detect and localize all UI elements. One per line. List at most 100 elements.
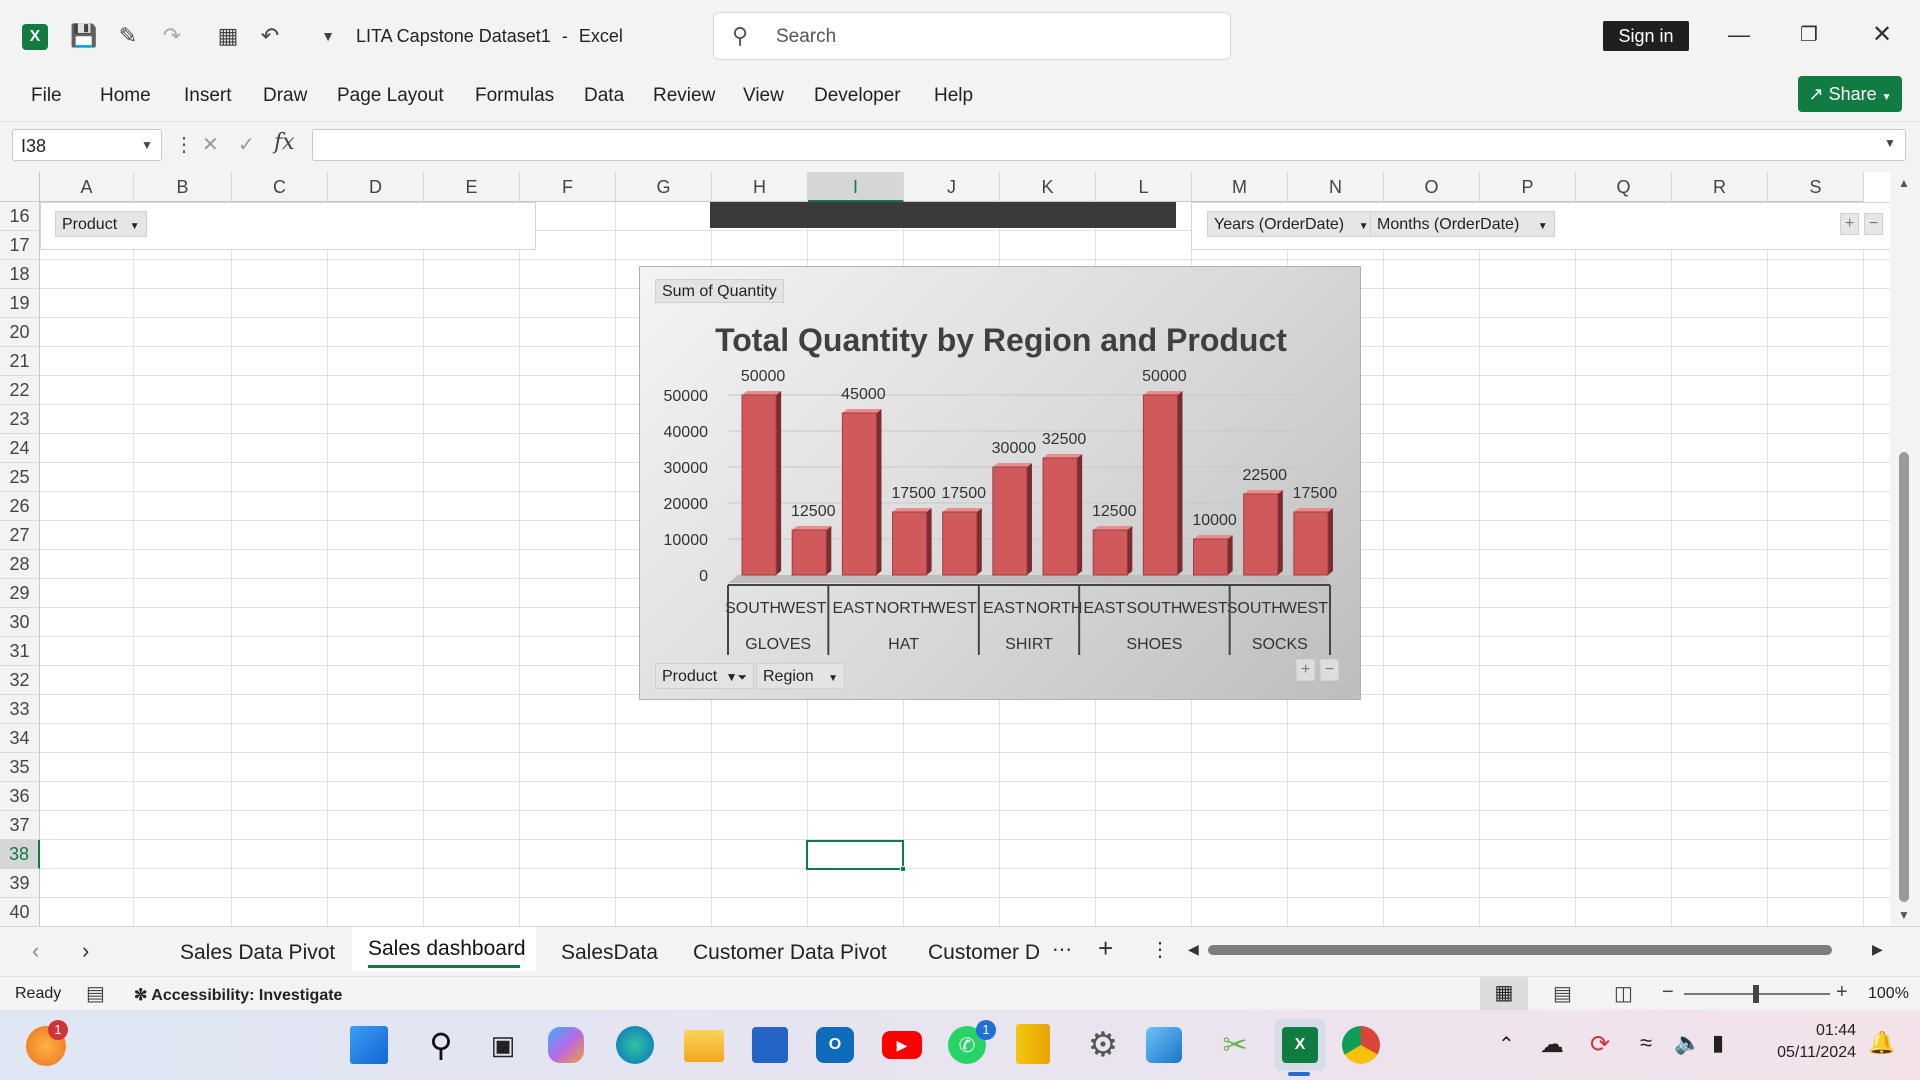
- row-header-24[interactable]: 24: [0, 434, 40, 463]
- pivot-chart[interactable]: Sum of Quantity Total Quantity by Region…: [639, 266, 1361, 700]
- accessibility-status[interactable]: ✼ Accessibility: Investigate: [134, 985, 342, 1005]
- cancel-icon[interactable]: ✕: [202, 132, 219, 157]
- windows-start-icon[interactable]: [350, 1026, 388, 1064]
- row-header-32[interactable]: 32: [0, 666, 40, 695]
- menu-file[interactable]: File: [31, 85, 62, 107]
- worksheet-grid[interactable]: ABCDEFGHIJKLMNOPQRS 16 17 18 19 20 21 22 23 24 25…: [0, 172, 1920, 926]
- sheet-options-icon[interactable]: ⋮: [1150, 937, 1170, 962]
- menu-data[interactable]: Data: [584, 85, 624, 107]
- row-header-35[interactable]: 35: [0, 753, 40, 782]
- horizontal-scroll-thumb[interactable]: [1208, 945, 1832, 955]
- menu-insert[interactable]: Insert: [184, 85, 232, 107]
- row-header-31[interactable]: 31: [0, 637, 40, 666]
- menu-view[interactable]: View: [743, 85, 784, 107]
- wifi-icon[interactable]: ≈: [1640, 1030, 1652, 1056]
- chrome-icon[interactable]: [1342, 1026, 1380, 1064]
- row-header-23[interactable]: 23: [0, 405, 40, 434]
- row-header-28[interactable]: 28: [0, 550, 40, 579]
- chart-collapse-button[interactable]: −: [1320, 659, 1340, 681]
- zoom-level[interactable]: 100%: [1868, 985, 1909, 1003]
- task-view-icon[interactable]: ▣: [480, 1022, 526, 1068]
- search-taskbar-icon[interactable]: ⚲: [418, 1022, 464, 1068]
- more-options-icon[interactable]: ⋮: [174, 132, 194, 157]
- customize-qat-icon[interactable]: ▼: [312, 20, 344, 52]
- chevron-down-icon[interactable]: ▼: [141, 138, 153, 152]
- column-header-a[interactable]: A: [40, 172, 134, 202]
- prev-sheet-icon[interactable]: ‹: [32, 938, 39, 964]
- macro-record-icon[interactable]: ▤: [86, 981, 105, 1006]
- add-sheet-icon[interactable]: +: [1098, 933, 1113, 964]
- sign-in-button[interactable]: Sign in: [1603, 21, 1689, 51]
- outlook-icon[interactable]: O: [816, 1027, 854, 1063]
- onedrive-icon[interactable]: ☁: [1540, 1030, 1564, 1059]
- vertical-scroll-thumb[interactable]: [1899, 452, 1909, 902]
- restore-icon[interactable]: ❐: [1800, 22, 1818, 47]
- row-header-27[interactable]: 27: [0, 521, 40, 550]
- column-header-g[interactable]: G: [616, 172, 712, 202]
- row-header-21[interactable]: 21: [0, 347, 40, 376]
- column-header-i[interactable]: I: [808, 172, 904, 202]
- product-field-button[interactable]: Product ▼: [55, 211, 147, 237]
- formula-input[interactable]: [312, 129, 1906, 161]
- scroll-right-icon[interactable]: ▶: [1872, 941, 1883, 958]
- row-header-18[interactable]: 18: [0, 260, 40, 289]
- column-header-s[interactable]: S: [1768, 172, 1864, 202]
- row-header-29[interactable]: 29: [0, 579, 40, 608]
- row-header-30[interactable]: 30: [0, 608, 40, 637]
- menu-home[interactable]: Home: [100, 85, 151, 107]
- column-header-c[interactable]: C: [232, 172, 328, 202]
- settings-icon[interactable]: ⚙: [1080, 1022, 1126, 1068]
- column-header-m[interactable]: M: [1192, 172, 1288, 202]
- clock[interactable]: 01:44 05/11/2024: [1760, 1022, 1856, 1062]
- menu-draw[interactable]: Draw: [263, 85, 307, 107]
- menu-review[interactable]: Review: [653, 85, 715, 107]
- column-header-p[interactable]: P: [1480, 172, 1576, 202]
- file-explorer-icon[interactable]: [684, 1030, 724, 1062]
- column-header-j[interactable]: J: [904, 172, 1000, 202]
- scroll-up-icon[interactable]: ▲: [1898, 176, 1910, 190]
- row-header-26[interactable]: 26: [0, 492, 40, 521]
- column-header-n[interactable]: N: [1288, 172, 1384, 202]
- row-header-16[interactable]: 16: [0, 202, 40, 231]
- column-header-d[interactable]: D: [328, 172, 424, 202]
- expand-button[interactable]: +: [1840, 213, 1860, 235]
- column-header-e[interactable]: E: [424, 172, 520, 202]
- product-slicer[interactable]: Product ▼: [40, 202, 536, 250]
- row-header-37[interactable]: 37: [0, 811, 40, 840]
- fill-handle[interactable]: [900, 866, 906, 872]
- undo-icon[interactable]: ↶: [254, 20, 286, 52]
- normal-view-button[interactable]: ▦: [1480, 977, 1528, 1010]
- zoom-slider-thumb[interactable]: [1753, 985, 1759, 1003]
- column-header-o[interactable]: O: [1384, 172, 1480, 202]
- row-header-20[interactable]: 20: [0, 318, 40, 347]
- row-header-19[interactable]: 19: [0, 289, 40, 318]
- product-axis-button[interactable]: Product ▼⏷: [655, 663, 755, 689]
- months-field-button[interactable]: Months (OrderDate) ▼: [1370, 211, 1555, 237]
- volume-icon[interactable]: 🔈: [1674, 1030, 1701, 1056]
- battery-icon[interactable]: ▮: [1712, 1030, 1724, 1056]
- youtube-icon[interactable]: ▶: [882, 1031, 922, 1059]
- row-header-25[interactable]: 25: [0, 463, 40, 492]
- redo-icon[interactable]: ↷: [156, 20, 188, 52]
- power-bi-icon[interactable]: [1016, 1024, 1050, 1064]
- copilot-icon[interactable]: [548, 1027, 584, 1063]
- page-break-view-icon[interactable]: ◫: [1614, 981, 1633, 1006]
- notification-bell-icon[interactable]: 🔔: [1868, 1030, 1895, 1056]
- menu-formulas[interactable]: Formulas: [475, 85, 554, 107]
- date-slicer[interactable]: Years (OrderDate) ▼ Months (OrderDate) ▼…: [1191, 202, 1891, 250]
- row-header-22[interactable]: 22: [0, 376, 40, 405]
- insert-function-icon[interactable]: fx: [274, 130, 295, 155]
- tab-customer-data-pivot[interactable]: Customer Data Pivot: [693, 941, 887, 965]
- column-header-q[interactable]: Q: [1576, 172, 1672, 202]
- row-header-38[interactable]: 38: [0, 840, 40, 869]
- column-header-f[interactable]: F: [520, 172, 616, 202]
- expand-formula-icon[interactable]: ▼: [1884, 136, 1896, 150]
- snipping-tool-icon[interactable]: ✂: [1212, 1022, 1258, 1068]
- autosave-icon[interactable]: ✎: [112, 20, 144, 52]
- row-header-40[interactable]: 40: [0, 898, 40, 926]
- zoom-out-icon[interactable]: −: [1662, 981, 1674, 1004]
- row-header-36[interactable]: 36: [0, 782, 40, 811]
- show-hidden-icons[interactable]: ⌃: [1498, 1032, 1515, 1057]
- next-sheet-icon[interactable]: ›: [82, 938, 89, 964]
- menu-developer[interactable]: Developer: [814, 85, 901, 107]
